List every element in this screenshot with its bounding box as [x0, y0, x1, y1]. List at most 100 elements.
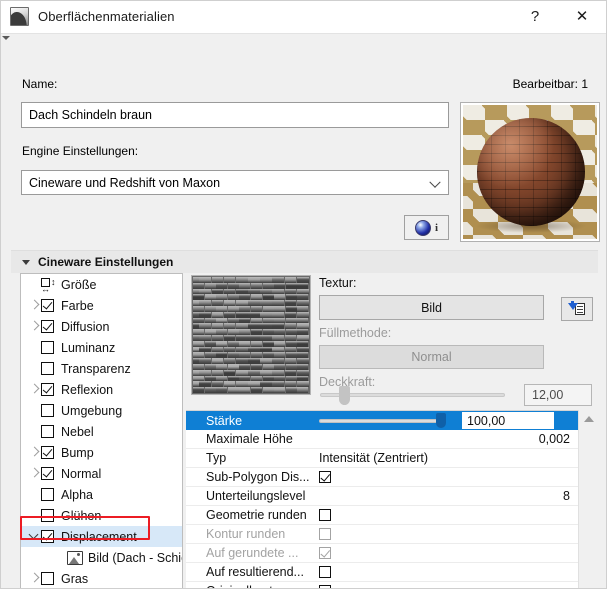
tree-item-label: Alpha: [61, 487, 93, 502]
material-channel-tree[interactable]: ↕ ↔ Größe Farbe Diffusion Luminanz Transparenz…: [20, 273, 183, 588]
engine-settings-dropdown[interactable]: Cineware und Redshift von Maxon: [21, 170, 449, 195]
channel-enable-checkbox[interactable]: [41, 572, 54, 585]
chevron-down-icon[interactable]: [29, 526, 41, 547]
tree-item-gr-e[interactable]: ↕ ↔ Größe: [21, 274, 182, 295]
property-row[interactable]: Stärke 100,00: [186, 411, 578, 430]
property-checkbox[interactable]: [319, 566, 331, 578]
tree-item-label: Reflexion: [61, 382, 114, 397]
tree-item-label: Gras: [61, 571, 89, 586]
channel-enable-checkbox[interactable]: [41, 509, 54, 522]
tree-item-label: Glühen: [61, 508, 102, 523]
property-value[interactable]: 8: [563, 489, 570, 503]
size-icon: ↕ ↔: [41, 277, 56, 294]
deckkraft-slider-thumb[interactable]: [339, 386, 350, 405]
channel-enable-checkbox[interactable]: [41, 383, 54, 396]
channel-enable-checkbox[interactable]: [41, 362, 54, 375]
channel-enable-checkbox[interactable]: [41, 488, 54, 501]
tree-item-label: Größe: [61, 277, 97, 292]
chevron-right-icon[interactable]: [29, 379, 41, 400]
channel-enable-checkbox[interactable]: [41, 467, 54, 480]
tree-item-reflexion[interactable]: Reflexion: [21, 379, 182, 400]
close-button[interactable]: ✕: [558, 1, 606, 32]
tree-item-farbe[interactable]: Farbe: [21, 295, 182, 316]
property-row[interactable]: Originalkanten ...: [186, 582, 578, 588]
property-name: Auf gerundete ...: [206, 546, 299, 560]
property-value[interactable]: 0,002: [539, 432, 570, 446]
tree-item-label: Umgebung: [61, 403, 123, 418]
property-row[interactable]: Kontur runden: [186, 525, 578, 544]
property-name: Unterteilungslevel: [206, 489, 306, 503]
properties-vertical-scrollbar[interactable]: [578, 410, 598, 588]
property-row[interactable]: Auf gerundete ...: [186, 544, 578, 563]
property-row[interactable]: Typ Intensität (Zentriert): [186, 449, 578, 468]
tree-item-displacement[interactable]: Displacement: [21, 526, 182, 547]
staerke-slider-track[interactable]: [319, 419, 443, 423]
panel-collapse-caret[interactable]: [2, 36, 10, 40]
material-settings-window: Oberflächenmaterialien ? ✕ Name: Bearbei…: [0, 0, 607, 589]
channel-enable-checkbox[interactable]: [41, 425, 54, 438]
chevron-right-icon[interactable]: [29, 442, 41, 463]
chevron-right-icon[interactable]: [29, 316, 41, 337]
textur-button[interactable]: Bild: [319, 295, 544, 320]
window-title: Oberflächenmaterialien: [38, 9, 175, 24]
name-label: Name:: [22, 77, 58, 91]
tree-item-transparenz[interactable]: Transparenz: [21, 358, 182, 379]
load-texture-icon[interactable]: [561, 297, 593, 321]
property-name: Maximale Höhe: [206, 432, 293, 446]
property-row[interactable]: Auf resultierend...: [186, 563, 578, 582]
channel-enable-checkbox[interactable]: [41, 446, 54, 459]
chevron-down-icon: [22, 259, 30, 265]
tree-item-umgebung[interactable]: Umgebung: [21, 400, 182, 421]
property-name: Typ: [206, 451, 227, 465]
property-checkbox[interactable]: [319, 471, 331, 483]
tree-item-nebel[interactable]: Nebel: [21, 421, 182, 442]
channel-enable-checkbox[interactable]: [41, 299, 54, 312]
property-row[interactable]: Maximale Höhe 0,002: [186, 430, 578, 449]
tree-item-bump[interactable]: Bump: [21, 442, 182, 463]
fuellmethode-label: Füllmethode:: [319, 326, 392, 340]
tree-item-label: Luminanz: [61, 340, 116, 355]
chevron-up-icon[interactable]: [583, 416, 594, 422]
fuellmethode-dropdown[interactable]: Normal: [319, 345, 544, 369]
property-checkbox[interactable]: [319, 585, 331, 588]
displacement-properties-grid[interactable]: Stärke 100,00 Maximale Höhe 0,002 Typ Intensi…: [186, 410, 578, 588]
chevron-right-icon[interactable]: [29, 295, 41, 316]
cineware-settings-group-header[interactable]: Cineware Einstellungen: [11, 250, 598, 273]
shingle-texture-thumbnail[interactable]: [191, 275, 311, 395]
tree-item-label: Normal: [61, 466, 102, 481]
tree-item-gl-hen[interactable]: Glühen: [21, 505, 182, 526]
property-value[interactable]: Intensität (Zentriert): [319, 451, 428, 465]
property-row[interactable]: Sub-Polygon Dis...: [186, 468, 578, 487]
tree-item-diffusion[interactable]: Diffusion: [21, 316, 182, 337]
property-checkbox: [319, 547, 331, 559]
chevron-right-icon[interactable]: [29, 568, 41, 588]
staerke-value-field[interactable]: 100,00: [462, 412, 554, 429]
image-icon: [67, 550, 83, 565]
channel-enable-checkbox[interactable]: [41, 320, 54, 333]
property-checkbox[interactable]: [319, 509, 331, 521]
tree-item-alpha[interactable]: Alpha: [21, 484, 182, 505]
tree-item-bild-dach-schieferscl[interactable]: Bild (Dach - Schieferscl: [21, 547, 182, 568]
preview-info-button[interactable]: i: [404, 215, 449, 240]
help-button[interactable]: ?: [512, 1, 558, 32]
channel-enable-checkbox[interactable]: [41, 341, 54, 354]
property-row[interactable]: Unterteilungslevel 8: [186, 487, 578, 506]
material-name-input[interactable]: [21, 102, 449, 128]
channel-enable-checkbox[interactable]: [41, 404, 54, 417]
deckkraft-value-field[interactable]: 12,00: [524, 384, 592, 406]
channel-enable-checkbox[interactable]: [41, 530, 54, 543]
tree-item-normal[interactable]: Normal: [21, 463, 182, 484]
tree-item-luminanz[interactable]: Luminanz: [21, 337, 182, 358]
property-row[interactable]: Geometrie runden: [186, 506, 578, 525]
staerke-slider-thumb[interactable]: [436, 413, 446, 428]
material-preview[interactable]: [460, 102, 600, 242]
property-name: Auf resultierend...: [206, 565, 304, 579]
chevron-right-icon[interactable]: [29, 463, 41, 484]
tree-item-gras[interactable]: Gras: [21, 568, 182, 588]
channel-settings-panel: Textur: Bild Füllmethode: Normal Deckkra…: [186, 273, 598, 588]
